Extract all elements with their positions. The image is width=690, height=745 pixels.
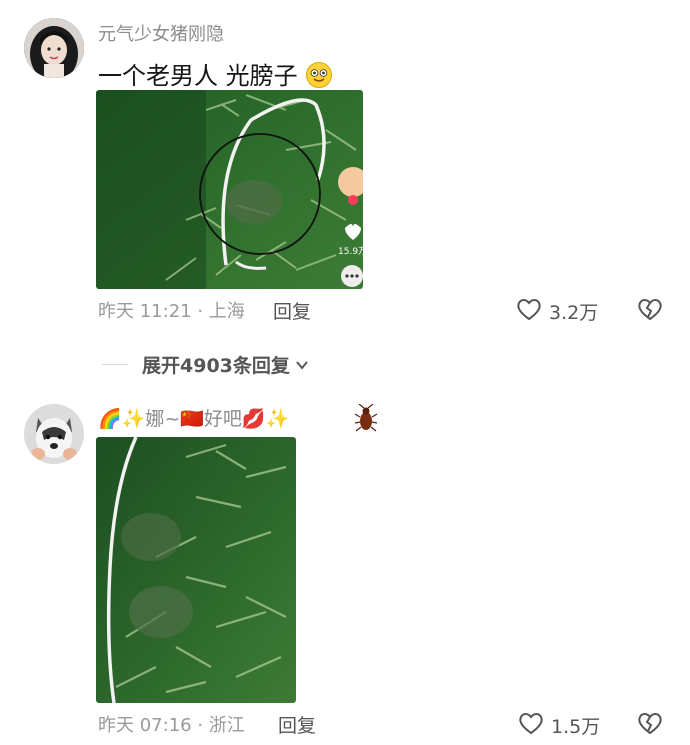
heart-icon [517, 709, 545, 742]
broken-heart-icon [638, 299, 662, 321]
dislike-button[interactable] [636, 709, 664, 737]
comment-image[interactable] [96, 437, 296, 703]
like-button[interactable]: 1.5万 [517, 709, 600, 742]
username[interactable]: 元气少女猪刚隐 [98, 20, 224, 46]
like-count: 3.2万 [549, 302, 599, 324]
expand-replies-label: 展开4903条回复 [142, 355, 290, 377]
avatar[interactable] [24, 404, 84, 464]
divider-line [102, 364, 128, 365]
timestamp-location: 昨天 11:21 · 上海 [98, 301, 245, 322]
smiling-face-icon [305, 61, 333, 89]
like-button[interactable]: 3.2万 [515, 295, 598, 328]
cockroach-icon [354, 403, 378, 434]
dislike-button[interactable] [636, 295, 664, 323]
video-like-count: 15.9万 [338, 247, 368, 257]
heart-icon [515, 295, 543, 328]
comment-text-content: 一个老男人 光膀子 [98, 62, 298, 90]
timestamp-location: 昨天 07:16 · 浙江 [98, 715, 245, 736]
like-count: 1.5万 [551, 716, 601, 738]
avatar[interactable] [24, 18, 84, 78]
chevron-down-icon [296, 360, 308, 370]
reply-button[interactable]: 回复 [278, 711, 316, 738]
comment-text: 一个老男人 光膀子 [98, 56, 333, 91]
expand-replies-button[interactable]: 展开4903条回复 [142, 351, 310, 378]
broken-heart-icon [638, 713, 662, 735]
username[interactable]: 🌈✨娜~🇨🇳好吧💋✨ [98, 404, 289, 431]
comment-image[interactable] [96, 90, 363, 289]
reply-button[interactable]: 回复 [273, 297, 311, 324]
